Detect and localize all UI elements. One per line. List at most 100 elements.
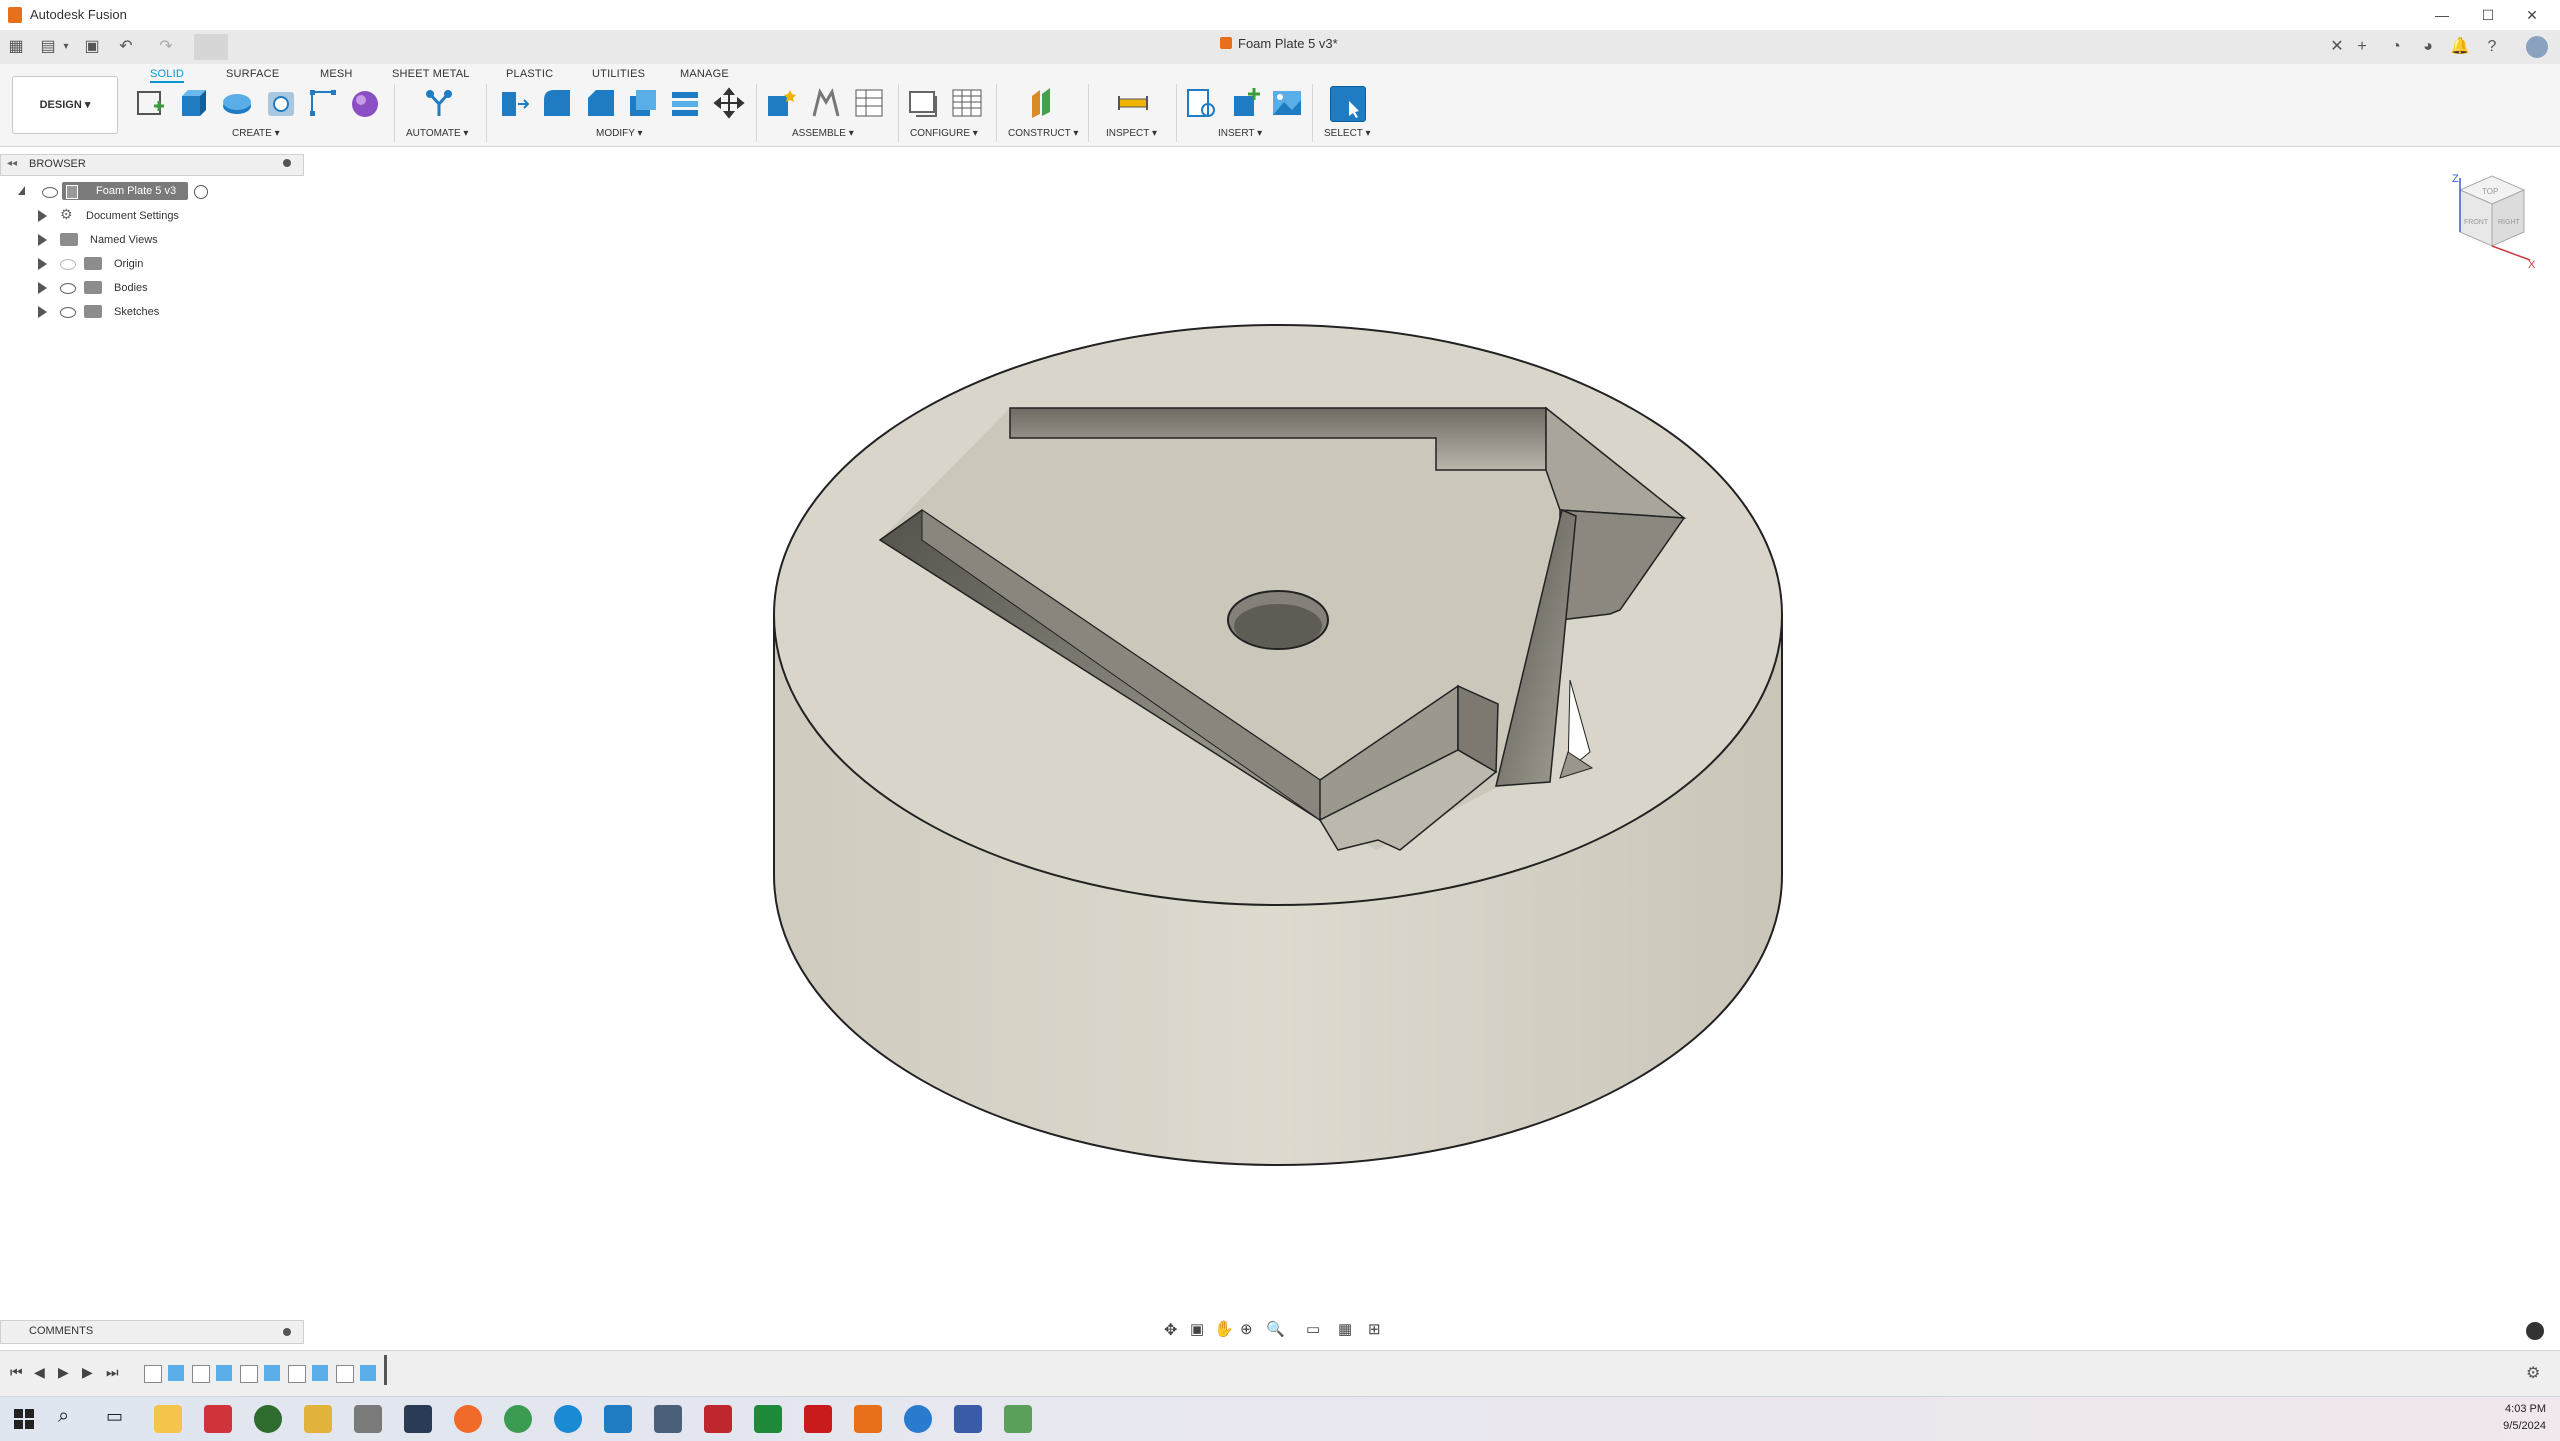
tab-sheet-metal[interactable]: SHEET METAL: [392, 68, 470, 80]
expand-icon[interactable]: [38, 306, 47, 318]
expand-icon[interactable]: [38, 282, 47, 294]
avatar[interactable]: [2526, 36, 2548, 58]
feedback-icon[interactable]: [2526, 1322, 2544, 1340]
fusion-taskbar-icon[interactable]: [854, 1405, 882, 1433]
insert-derive-icon[interactable]: [1184, 86, 1218, 120]
acrobat-icon[interactable]: [804, 1405, 832, 1433]
timeline-sketch-icon[interactable]: [288, 1365, 306, 1383]
new-tab-icon[interactable]: +: [2352, 37, 2372, 57]
timeline-start-icon[interactable]: ⏮: [10, 1364, 23, 1381]
expand-icon[interactable]: [38, 258, 47, 270]
expand-icon[interactable]: [38, 234, 47, 246]
undo-icon[interactable]: ↶: [116, 37, 136, 57]
workspace-switcher[interactable]: DESIGN ▾: [12, 76, 118, 134]
viewports-icon[interactable]: ⊞: [1368, 1320, 1381, 1338]
sheets-icon[interactable]: [754, 1405, 782, 1433]
viewcube-front-label[interactable]: FRONT: [2464, 219, 2489, 226]
app-grid-icon[interactable]: ▦: [6, 37, 26, 57]
job-status-icon[interactable]: ◕: [2418, 37, 2438, 57]
document-tab[interactable]: Foam Plate 5 v3*: [1220, 36, 1338, 51]
app-icon-pen[interactable]: [304, 1405, 332, 1433]
timeline-sketch-icon[interactable]: [240, 1365, 258, 1383]
app-icon-green[interactable]: [254, 1405, 282, 1433]
file-explorer-icon[interactable]: [154, 1405, 182, 1433]
visibility-eye-icon[interactable]: [42, 187, 58, 198]
viewcube-right-label[interactable]: RIGHT: [2498, 219, 2521, 226]
timeline-prev-icon[interactable]: ◀: [34, 1364, 45, 1381]
search-icon[interactable]: ⌕: [58, 1405, 69, 1428]
bill-of-materials-icon[interactable]: [852, 86, 886, 120]
foam-plate-model[interactable]: [760, 320, 1800, 1190]
timeline-end-icon[interactable]: ⏭: [106, 1364, 119, 1381]
shell-icon[interactable]: [626, 86, 660, 120]
configure-group-label[interactable]: CONFIGURE ▾: [910, 128, 978, 139]
notifications-icon[interactable]: 🔔: [2450, 37, 2470, 57]
timeline-extrude-icon[interactable]: [360, 1365, 376, 1381]
browser-panel-header[interactable]: ◂◂ BROWSER: [0, 154, 304, 176]
timeline-extrude-icon[interactable]: [264, 1365, 280, 1381]
hidden-eye-icon[interactable]: [60, 259, 76, 270]
filezilla-icon[interactable]: [704, 1405, 732, 1433]
browser-item-sketches[interactable]: Sketches: [0, 300, 300, 324]
comments-panel[interactable]: COMMENTS: [0, 1320, 304, 1344]
timeline-next-icon[interactable]: ▶: [82, 1364, 93, 1381]
display-settings-icon[interactable]: ▭: [1306, 1320, 1320, 1338]
measure-icon[interactable]: [1116, 86, 1150, 120]
home-button[interactable]: [194, 34, 228, 60]
browser-item-document-settings[interactable]: ⚙ Document Settings: [0, 204, 300, 228]
tab-utilities[interactable]: UTILITIES: [592, 68, 645, 80]
timeline-sketch-icon[interactable]: [192, 1365, 210, 1383]
assemble-group-label[interactable]: ASSEMBLE ▾: [792, 128, 854, 139]
pattern-icon[interactable]: [306, 86, 340, 120]
extrude-icon[interactable]: [176, 86, 210, 120]
tab-surface[interactable]: SURFACE: [226, 68, 279, 80]
start-button[interactable]: [14, 1409, 34, 1429]
timeline-sketch-icon[interactable]: [336, 1365, 354, 1383]
press-pull-icon[interactable]: [496, 86, 530, 120]
collapse-browser-icon[interactable]: ◂◂: [7, 158, 17, 169]
combine-icon[interactable]: [668, 86, 702, 120]
timeline-extrude-icon[interactable]: [168, 1365, 184, 1381]
vscode-icon[interactable]: [604, 1405, 632, 1433]
app-icon-es[interactable]: [204, 1405, 232, 1433]
orbit-icon[interactable]: ✥: [1164, 1320, 1177, 1340]
pan-icon[interactable]: ✋: [1214, 1319, 1234, 1339]
tab-solid[interactable]: SOLID: [150, 68, 185, 83]
modify-group-label[interactable]: MODIFY ▾: [596, 128, 643, 139]
app-icon-cube[interactable]: [404, 1405, 432, 1433]
expand-icon[interactable]: [38, 210, 47, 222]
edge-icon[interactable]: [554, 1405, 582, 1433]
file-dropdown-icon[interactable]: ▾: [56, 37, 76, 57]
insert-group-label[interactable]: INSERT ▾: [1218, 128, 1262, 139]
tab-manage[interactable]: MANAGE: [680, 68, 729, 80]
task-view-icon[interactable]: ▭: [106, 1406, 123, 1427]
minimize-button[interactable]: —: [2422, 4, 2462, 26]
zoom-icon[interactable]: ⊕: [1240, 1320, 1253, 1338]
firefox-icon[interactable]: [454, 1405, 482, 1433]
visibility-eye-icon[interactable]: [60, 307, 76, 318]
configure-icon[interactable]: [906, 86, 940, 120]
automate-group-label[interactable]: AUTOMATE ▾: [406, 128, 468, 139]
automate-icon[interactable]: [422, 86, 456, 120]
grid-settings-icon[interactable]: ▦: [1338, 1320, 1352, 1338]
timeline-settings-icon[interactable]: ⚙: [2526, 1363, 2540, 1383]
select-group-label[interactable]: SELECT ▾: [1324, 128, 1371, 139]
create-sketch-icon[interactable]: [134, 86, 168, 120]
browser-item-named-views[interactable]: Named Views: [0, 228, 300, 252]
maximize-button[interactable]: ☐: [2468, 4, 2508, 26]
extensions-icon[interactable]: ◔: [2386, 37, 2406, 57]
add-comment-icon[interactable]: [283, 1328, 291, 1336]
system-clock[interactable]: 4:03 PM 9/5/2024: [2503, 1401, 2546, 1435]
move-copy-icon[interactable]: [712, 86, 746, 120]
browser-root-row[interactable]: Foam Plate 5 v3: [0, 180, 300, 204]
create-form-icon[interactable]: [348, 86, 382, 120]
timeline-play-icon[interactable]: ▶: [58, 1364, 69, 1381]
configuration-table-icon[interactable]: [950, 86, 984, 120]
tab-plastic[interactable]: PLASTIC: [506, 68, 553, 80]
canvas-icon[interactable]: [1270, 86, 1304, 120]
revolve-icon[interactable]: [220, 86, 254, 120]
app-icon-map[interactable]: [1004, 1405, 1032, 1433]
inspect-group-label[interactable]: INSPECT ▾: [1106, 128, 1157, 139]
file-menu-icon[interactable]: ▤: [38, 37, 58, 57]
timeline-marker[interactable]: [384, 1355, 387, 1385]
